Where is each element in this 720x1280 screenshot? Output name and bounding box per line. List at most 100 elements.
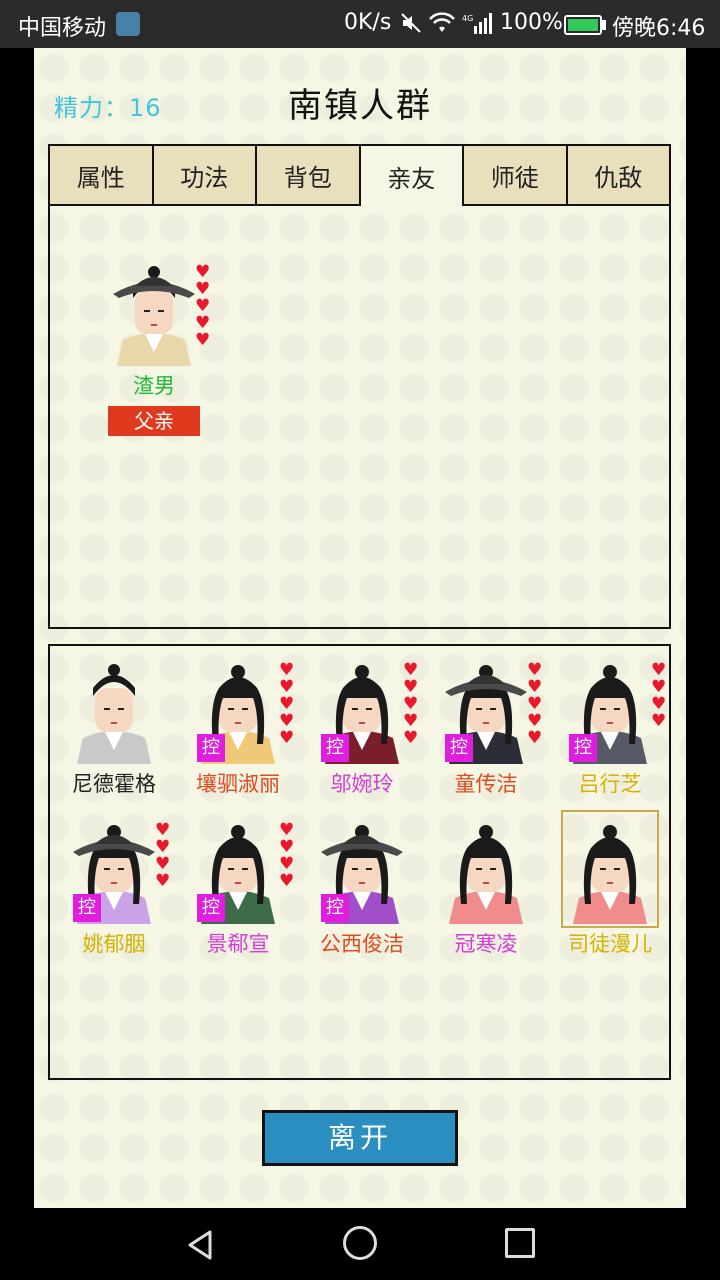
heart-icon: ♥: [403, 677, 419, 697]
affection-hearts: ♥ ♥ ♥ ♥: [155, 820, 173, 891]
heart-icon: ♥: [279, 694, 295, 714]
control-badge: 控: [73, 894, 101, 922]
crowd-character-card[interactable]: 尼德霍格: [54, 654, 174, 798]
crowd-character-card[interactable]: 控公西俊洁: [302, 814, 422, 958]
mute-icon: [401, 13, 421, 33]
heart-icon: ♥: [403, 728, 419, 748]
tab-skills[interactable]: 功法: [153, 146, 257, 204]
control-badge: 控: [197, 734, 225, 762]
relative-card[interactable]: ♥ ♥ ♥ ♥ ♥ 渣男父亲: [94, 256, 214, 436]
character-portrait: [441, 814, 531, 924]
crowd-character-card[interactable]: ♥ ♥ ♥ ♥ 控景郗宣: [178, 814, 298, 958]
control-badge: 控: [197, 894, 225, 922]
character-portrait: ♥ ♥ ♥ ♥ 控: [565, 654, 666, 764]
avatar: [449, 825, 523, 924]
heart-icon: ♥: [155, 854, 171, 874]
character-portrait: [69, 654, 159, 764]
tab-backpack[interactable]: 背包: [257, 146, 361, 204]
navigation-bar: [0, 1208, 720, 1280]
battery-level: 100%: [500, 10, 563, 35]
control-badge: 控: [569, 734, 597, 762]
crowd-character-card[interactable]: ♥ ♥ ♥ ♥ 控吕行芝: [550, 654, 670, 798]
crowd-list: 尼德霍格 ♥ ♥ ♥ ♥ ♥ 控壤驷淑丽 ♥ ♥ ♥ ♥ ♥ 控邬婉玲 ♥ ♥ ♥ ♥ ♥ 控童传洁 ♥ ♥ ♥ ♥ 控吕行芝…: [48, 644, 671, 1080]
heart-icon: ♥: [403, 694, 419, 714]
heart-icon: ♥: [527, 677, 543, 697]
heart-icon: ♥: [527, 728, 543, 748]
crowd-character-card[interactable]: ♥ ♥ ♥ ♥ 控姚郁胭: [54, 814, 174, 958]
heart-icon: ♥: [279, 711, 295, 731]
crowd-character-card[interactable]: 冠寒凌: [426, 814, 546, 958]
relatives-list: ♥ ♥ ♥ ♥ ♥ 渣男父亲: [48, 206, 671, 629]
net-speed: 0K/s: [344, 10, 392, 35]
affection-hearts: ♥ ♥ ♥ ♥ ♥: [195, 262, 213, 350]
character-portrait: ♥ ♥ ♥ ♥ ♥: [109, 256, 210, 366]
heart-icon: ♥: [155, 820, 171, 840]
page-title: 南镇人群: [288, 86, 432, 126]
home-icon[interactable]: [343, 1226, 377, 1260]
crowd-character-card[interactable]: ♥ ♥ ♥ ♥ ♥ 控邬婉玲: [302, 654, 422, 798]
affection-hearts: ♥ ♥ ♥ ♥: [279, 822, 297, 891]
signal-icon: 4G: [462, 13, 492, 34]
character-portrait: ♥ ♥ ♥ ♥ 控: [193, 814, 294, 924]
right-border: [686, 48, 720, 1208]
clock: 傍晚6:46: [612, 16, 706, 41]
heart-icon: ♥: [279, 871, 295, 891]
tab-master-disciple[interactable]: 师徒: [464, 146, 568, 204]
heart-icon: ♥: [279, 854, 295, 874]
heart-icon: ♥: [279, 677, 295, 697]
svg-text:4G: 4G: [462, 14, 473, 23]
back-icon[interactable]: [184, 1228, 218, 1262]
character-name: 壤驷淑丽: [196, 772, 280, 796]
character-portrait: 控: [317, 814, 407, 924]
avatar: [113, 266, 195, 366]
crowd-character-card[interactable]: ♥ ♥ ♥ ♥ ♥ 控童传洁: [426, 654, 546, 798]
affection-hearts: ♥ ♥ ♥ ♥ ♥: [403, 662, 421, 748]
battery-cap: [602, 20, 606, 30]
heart-icon: ♥: [403, 711, 419, 731]
control-badge: 控: [445, 734, 473, 762]
avatar: [77, 664, 151, 764]
crowd-character-card[interactable]: 司徒漫儿: [550, 810, 670, 958]
affection-hearts: ♥ ♥ ♥ ♥: [651, 660, 669, 730]
app-notification-icon: [116, 12, 140, 36]
character-name: 邬婉玲: [330, 772, 394, 796]
character-portrait: ♥ ♥ ♥ ♥ ♥ 控: [193, 654, 294, 764]
character-portrait: ♥ ♥ ♥ ♥ ♥ 控: [317, 654, 418, 764]
tab-relatives[interactable]: 亲友: [360, 146, 464, 206]
wifi-icon: [429, 12, 455, 32]
heart-icon: ♥: [279, 660, 295, 680]
leave-button[interactable]: 离开: [262, 1110, 458, 1166]
character-name: 司徒漫儿: [568, 932, 652, 956]
heart-icon: ♥: [527, 694, 543, 714]
control-badge: 控: [321, 734, 349, 762]
status-bar: 中国移动 0K/s 4G 100% 傍晚6:46: [0, 0, 720, 48]
character-name: 姚郁胭: [82, 932, 146, 956]
heart-icon: ♥: [195, 279, 211, 299]
character-portrait: [561, 810, 659, 928]
tab-enemies[interactable]: 仇敌: [567, 146, 669, 204]
relation-badge: 父亲: [108, 406, 200, 436]
heart-icon: ♥: [155, 837, 171, 857]
tab-attributes[interactable]: 属性: [50, 146, 154, 204]
heart-icon: ♥: [279, 837, 295, 857]
crowd-character-card[interactable]: ♥ ♥ ♥ ♥ ♥ 控壤驷淑丽: [178, 654, 298, 798]
heart-icon: ♥: [195, 313, 211, 333]
heart-icon: ♥: [279, 728, 295, 748]
character-portrait: ♥ ♥ ♥ ♥ 控: [69, 814, 170, 924]
left-border: [0, 48, 34, 1208]
recent-apps-icon[interactable]: [505, 1228, 535, 1258]
character-name: 景郗宣: [206, 932, 270, 956]
affection-hearts: ♥ ♥ ♥ ♥ ♥: [527, 662, 545, 748]
affection-hearts: ♥ ♥ ♥ ♥ ♥: [279, 660, 297, 748]
character-name: 渣男: [133, 374, 175, 398]
control-badge: 控: [321, 894, 349, 922]
heart-icon: ♥: [651, 660, 667, 680]
character-name: 吕行芝: [578, 772, 642, 796]
tab-bar: 属性 功法 背包 亲友 师徒 仇敌: [48, 144, 671, 206]
heart-icon: ♥: [195, 330, 211, 350]
heart-icon: ♥: [195, 262, 211, 282]
heart-icon: ♥: [651, 677, 667, 697]
character-portrait: ♥ ♥ ♥ ♥ ♥ 控: [441, 654, 542, 764]
character-name: 尼德霍格: [72, 772, 156, 796]
heart-icon: ♥: [155, 871, 171, 891]
